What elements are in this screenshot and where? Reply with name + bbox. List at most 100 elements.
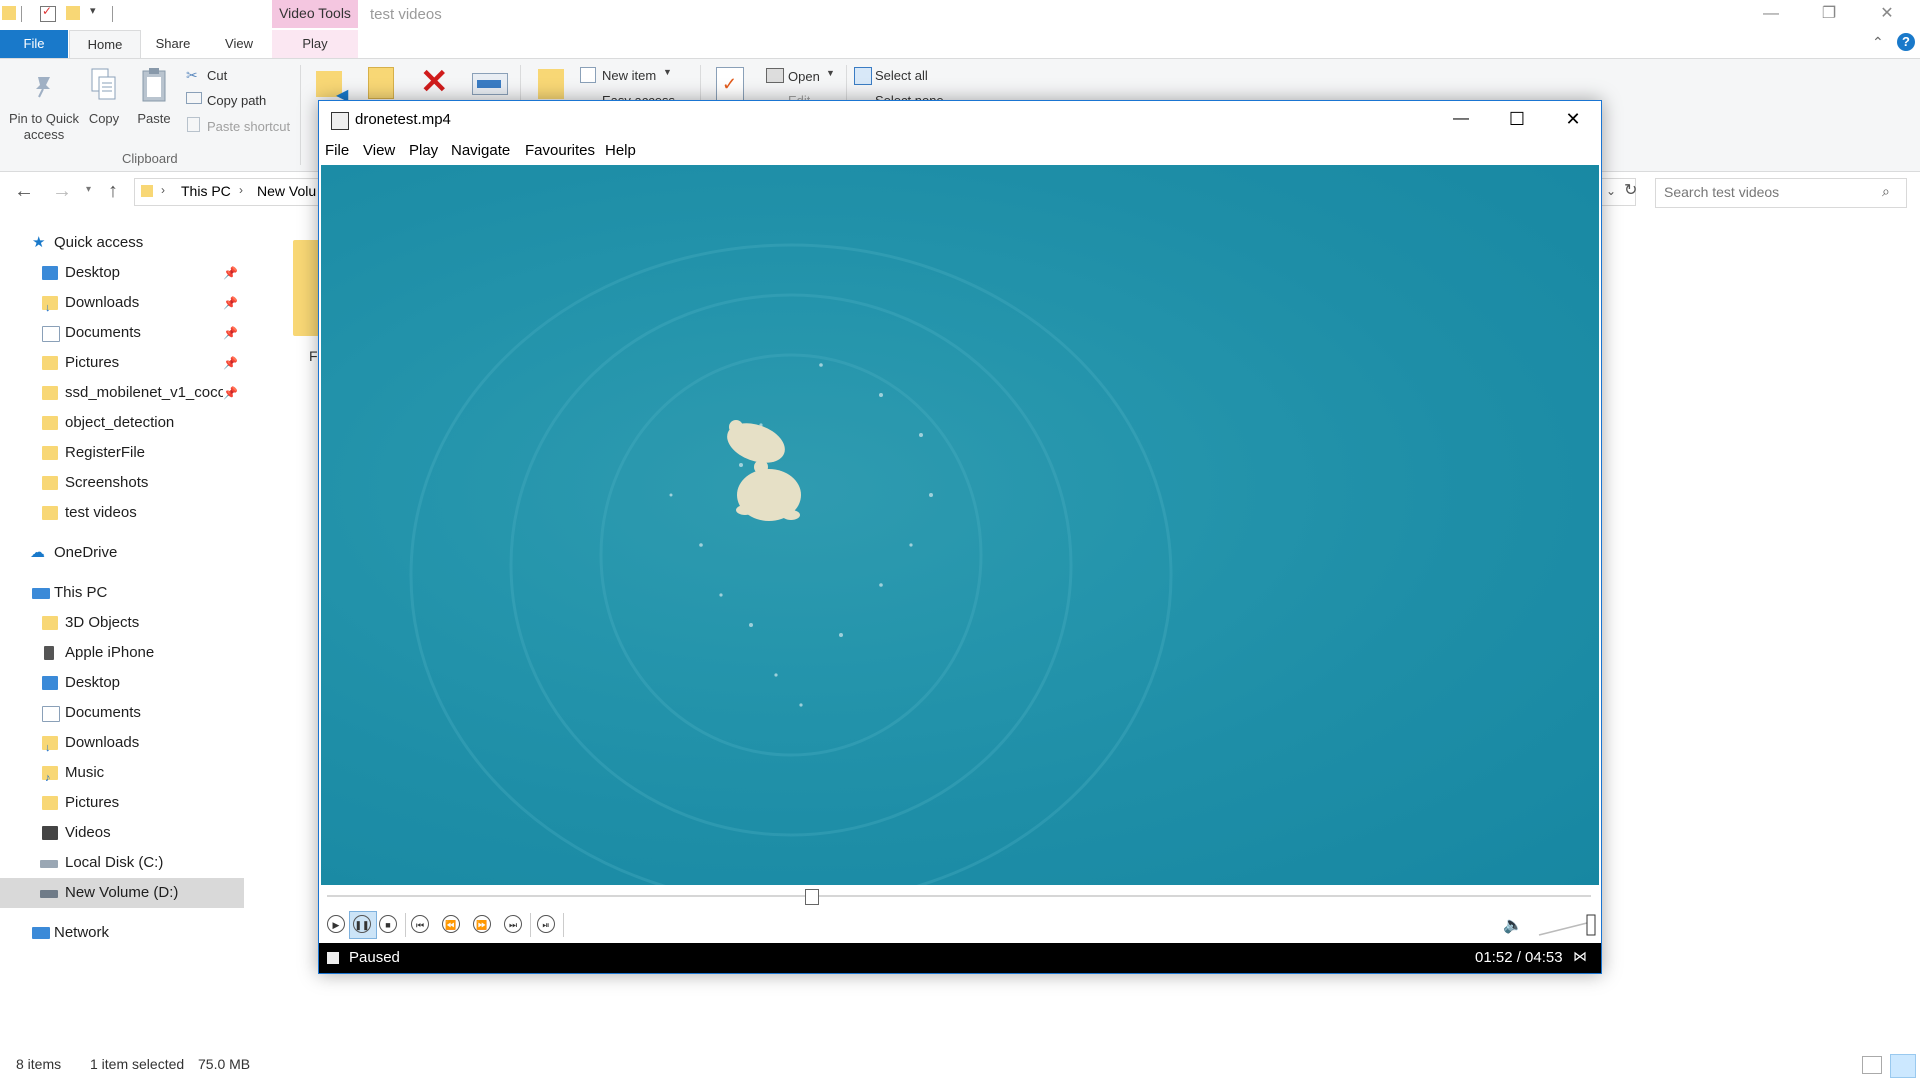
nav-item-music[interactable]: ♪ Music bbox=[0, 758, 244, 788]
previous-button[interactable]: ⏮ bbox=[411, 915, 429, 933]
select-all-icon[interactable] bbox=[854, 67, 872, 85]
folder-icon[interactable] bbox=[293, 240, 321, 336]
next-button[interactable]: ⏭ bbox=[504, 915, 522, 933]
restore-button[interactable]: ❐ bbox=[1800, 0, 1858, 30]
tab-file[interactable]: File bbox=[0, 30, 68, 58]
paste-icon[interactable] bbox=[140, 67, 168, 103]
menu-view[interactable]: View bbox=[363, 142, 395, 159]
video-frame[interactable] bbox=[321, 165, 1599, 885]
menu-play[interactable]: Play bbox=[409, 142, 438, 159]
recent-locations-icon[interactable]: ▾ bbox=[86, 184, 91, 195]
rewind-button[interactable]: ⏪ bbox=[442, 915, 460, 933]
stats-icon[interactable]: ⋈ bbox=[1573, 948, 1587, 965]
refresh-icon[interactable]: ↻ bbox=[1624, 180, 1637, 200]
properties-icon[interactable]: ✓ bbox=[40, 4, 56, 22]
new-item-button[interactable]: New item bbox=[602, 68, 656, 83]
pause-button[interactable]: ❚❚ bbox=[353, 915, 371, 933]
properties-big-icon[interactable]: ✓ bbox=[716, 67, 744, 103]
cut-button[interactable]: Cut bbox=[207, 68, 227, 83]
rename-icon[interactable] bbox=[472, 73, 508, 95]
nav-item-new-volume-d[interactable]: New Volume (D:) bbox=[0, 878, 244, 908]
new-folder-icon[interactable] bbox=[66, 6, 80, 20]
player-maximize-button[interactable]: ☐ bbox=[1499, 105, 1535, 135]
forward-button[interactable]: → bbox=[52, 180, 72, 203]
nav-item-pc-documents[interactable]: Documents bbox=[0, 698, 244, 728]
menu-favourites[interactable]: Favourites bbox=[525, 142, 595, 159]
large-icons-view-icon[interactable] bbox=[1890, 1054, 1916, 1078]
nav-onedrive[interactable]: ☁ OneDrive bbox=[0, 538, 244, 568]
tab-share[interactable]: Share bbox=[150, 30, 196, 58]
new-item-icon[interactable] bbox=[580, 67, 596, 83]
forward-step-button[interactable]: ⏩ bbox=[473, 915, 491, 933]
breadcrumb-volume[interactable]: New Volu bbox=[257, 183, 316, 199]
close-button[interactable]: ✕ bbox=[1858, 0, 1916, 30]
open-button[interactable]: Open bbox=[788, 69, 820, 84]
copy-path-icon[interactable] bbox=[186, 92, 202, 104]
menu-navigate[interactable]: Navigate bbox=[451, 142, 510, 159]
nav-item-3d-objects[interactable]: 3D Objects bbox=[0, 608, 244, 638]
delete-icon[interactable]: ✕ bbox=[420, 65, 449, 99]
details-view-icon[interactable] bbox=[1862, 1056, 1882, 1074]
nav-item-pictures[interactable]: Pictures 📌 bbox=[0, 348, 244, 378]
play-button[interactable]: ▶ bbox=[327, 915, 345, 933]
paste-shortcut-button[interactable]: Paste shortcut bbox=[207, 119, 290, 134]
back-button[interactable]: ← bbox=[14, 180, 34, 203]
pin-to-quick-access-label-2[interactable]: access bbox=[4, 127, 84, 142]
copy-button[interactable]: Copy bbox=[84, 111, 124, 126]
pin-icon[interactable] bbox=[30, 73, 56, 99]
address-dropdown-icon[interactable]: ⌄ bbox=[1606, 184, 1616, 198]
pin-icon[interactable]: 📌 bbox=[223, 258, 238, 288]
stop-button[interactable]: ■ bbox=[379, 915, 397, 933]
collapse-ribbon-icon[interactable]: ⌃ bbox=[1872, 34, 1884, 51]
tab-play[interactable]: Play bbox=[272, 30, 358, 58]
cut-icon[interactable]: ✂ bbox=[186, 67, 198, 84]
breadcrumb-this-pc[interactable]: This PC bbox=[181, 183, 231, 199]
nav-this-pc[interactable]: This PC bbox=[0, 578, 244, 608]
nav-item-ssd-mobilenet[interactable]: ssd_mobilenet_v1_coco_ 📌 bbox=[0, 378, 244, 408]
nav-item-pc-pictures[interactable]: Pictures bbox=[0, 788, 244, 818]
nav-item-local-disk-c[interactable]: Local Disk (C:) bbox=[0, 848, 244, 878]
nav-item-pc-downloads[interactable]: ↓ Downloads bbox=[0, 728, 244, 758]
pin-to-quick-access-label-1[interactable]: Pin to Quick bbox=[4, 111, 84, 126]
nav-item-registerfile[interactable]: RegisterFile bbox=[0, 438, 244, 468]
pin-icon[interactable]: 📌 bbox=[223, 288, 238, 318]
copy-path-button[interactable]: Copy path bbox=[207, 93, 266, 108]
nav-item-documents[interactable]: Documents 📌 bbox=[0, 318, 244, 348]
player-close-button[interactable]: ✕ bbox=[1555, 105, 1591, 135]
seek-thumb[interactable] bbox=[805, 889, 820, 905]
copy-icon[interactable] bbox=[90, 67, 118, 103]
nav-item-videos[interactable]: Videos bbox=[0, 818, 244, 848]
pin-icon[interactable]: 📌 bbox=[223, 378, 238, 408]
seek-track[interactable] bbox=[327, 895, 1591, 897]
volume-slider[interactable] bbox=[1537, 913, 1597, 937]
paste-button[interactable]: Paste bbox=[134, 111, 174, 126]
nav-item-desktop[interactable]: Desktop 📌 bbox=[0, 258, 244, 288]
nav-item-pc-desktop[interactable]: Desktop bbox=[0, 668, 244, 698]
search-input[interactable]: Search test videos ⌕ bbox=[1655, 178, 1907, 208]
nav-network[interactable]: Network bbox=[0, 918, 244, 948]
select-all-button[interactable]: Select all bbox=[875, 68, 928, 83]
volume-icon[interactable]: 🔈 bbox=[1503, 915, 1523, 935]
menu-help[interactable]: Help bbox=[605, 142, 636, 159]
open-icon[interactable] bbox=[766, 68, 784, 83]
volume-thumb[interactable] bbox=[1586, 914, 1596, 936]
customize-quick-access-icon[interactable]: ▾ bbox=[90, 4, 96, 17]
frame-step-button[interactable]: ⏯ bbox=[537, 915, 555, 933]
new-folder-big-icon[interactable] bbox=[538, 69, 564, 99]
player-minimize-button[interactable]: — bbox=[1443, 105, 1479, 135]
nav-item-test-videos[interactable]: test videos bbox=[0, 498, 244, 528]
nav-item-downloads[interactable]: ↓ Downloads 📌 bbox=[0, 288, 244, 318]
nav-item-screenshots[interactable]: Screenshots bbox=[0, 468, 244, 498]
tab-view[interactable]: View bbox=[214, 30, 264, 58]
copy-to-icon[interactable] bbox=[368, 67, 394, 99]
minimize-button[interactable]: — bbox=[1742, 0, 1800, 30]
menu-file[interactable]: File bbox=[325, 142, 349, 159]
nav-item-apple-iphone[interactable]: Apple iPhone bbox=[0, 638, 244, 668]
tab-home[interactable]: Home bbox=[69, 30, 141, 59]
pin-icon[interactable]: 📌 bbox=[223, 318, 238, 348]
up-button[interactable]: ↑ bbox=[108, 180, 118, 203]
help-icon[interactable]: ? bbox=[1897, 33, 1915, 51]
nav-item-object-detection[interactable]: object_detection bbox=[0, 408, 244, 438]
pin-icon[interactable]: 📌 bbox=[223, 348, 238, 378]
nav-quick-access[interactable]: ★ Quick access bbox=[0, 228, 244, 258]
